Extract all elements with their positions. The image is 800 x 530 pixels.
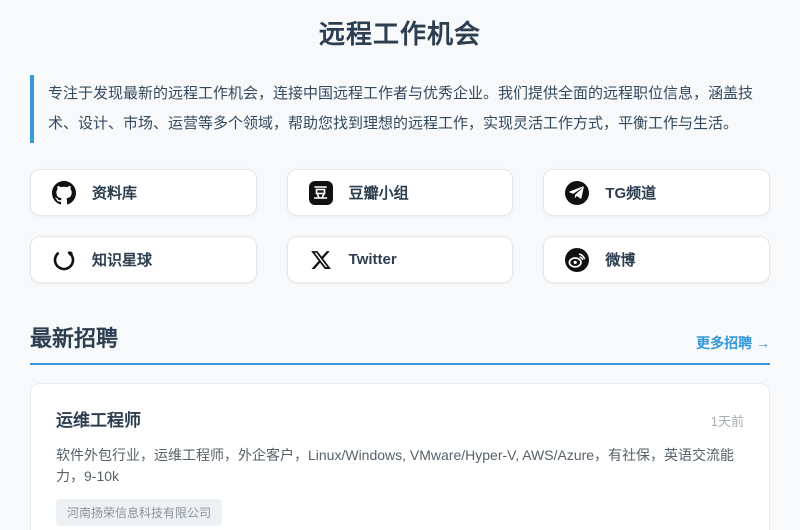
more-jobs-link[interactable]: 更多招聘 → [696, 333, 770, 353]
telegram-icon [564, 180, 590, 206]
job-list: 运维工程师 1天前 软件外包行业，运维工程师，外企客户，Linux/Window… [30, 383, 770, 530]
link-label: 知识星球 [92, 252, 153, 269]
job-company-tag: 河南扬荣信息科技有限公司 [56, 499, 223, 526]
job-posted-time: 1天前 [710, 414, 744, 429]
douban-icon: 豆 [308, 180, 334, 206]
page-container: 远程工作机会 专注于发现最新的远程工作机会，连接中国远程工作者与优秀企业。我们提… [30, 0, 770, 530]
link-card-twitter[interactable]: Twitter [286, 236, 514, 283]
job-description: 软件外包行业，运维工程师，外企客户，Linux/Windows, VMware/… [56, 447, 735, 484]
page-title: 远程工作机会 [318, 19, 481, 49]
social-links-grid: 资料库 豆 豆瓣小组 TG频道 知识星球 Twitter 微博 [30, 169, 770, 283]
job-card[interactable]: 运维工程师 1天前 软件外包行业，运维工程师，外企客户，Linux/Window… [30, 383, 770, 530]
link-label: Twitter [348, 251, 397, 268]
link-card-weibo[interactable]: 微博 [543, 236, 770, 283]
link-card-zhishixingqiu[interactable]: 知识星球 [30, 236, 257, 283]
intro-paragraph: 专注于发现最新的远程工作机会，连接中国远程工作者与优秀企业。我们提供全面的远程职… [30, 75, 770, 143]
github-icon [51, 180, 77, 206]
jobs-section-header: 最新招聘 更多招聘 → [30, 321, 770, 365]
link-label: 微博 [605, 252, 636, 269]
link-label: 资料库 [92, 185, 138, 202]
zhishixingqiu-icon [51, 247, 77, 273]
link-card-douban[interactable]: 豆 豆瓣小组 [286, 169, 514, 216]
link-card-telegram[interactable]: TG频道 [543, 169, 770, 216]
weibo-icon [564, 247, 590, 273]
douban-glyph: 豆 [308, 180, 333, 205]
link-card-github[interactable]: 资料库 [30, 169, 257, 216]
link-label: TG频道 [605, 185, 657, 202]
twitter-x-icon [308, 247, 334, 273]
link-label: 豆瓣小组 [348, 185, 409, 202]
jobs-section-heading: 最新招聘 [30, 326, 119, 351]
job-card-header: 运维工程师 1天前 [56, 406, 744, 431]
job-title[interactable]: 运维工程师 [56, 406, 141, 431]
